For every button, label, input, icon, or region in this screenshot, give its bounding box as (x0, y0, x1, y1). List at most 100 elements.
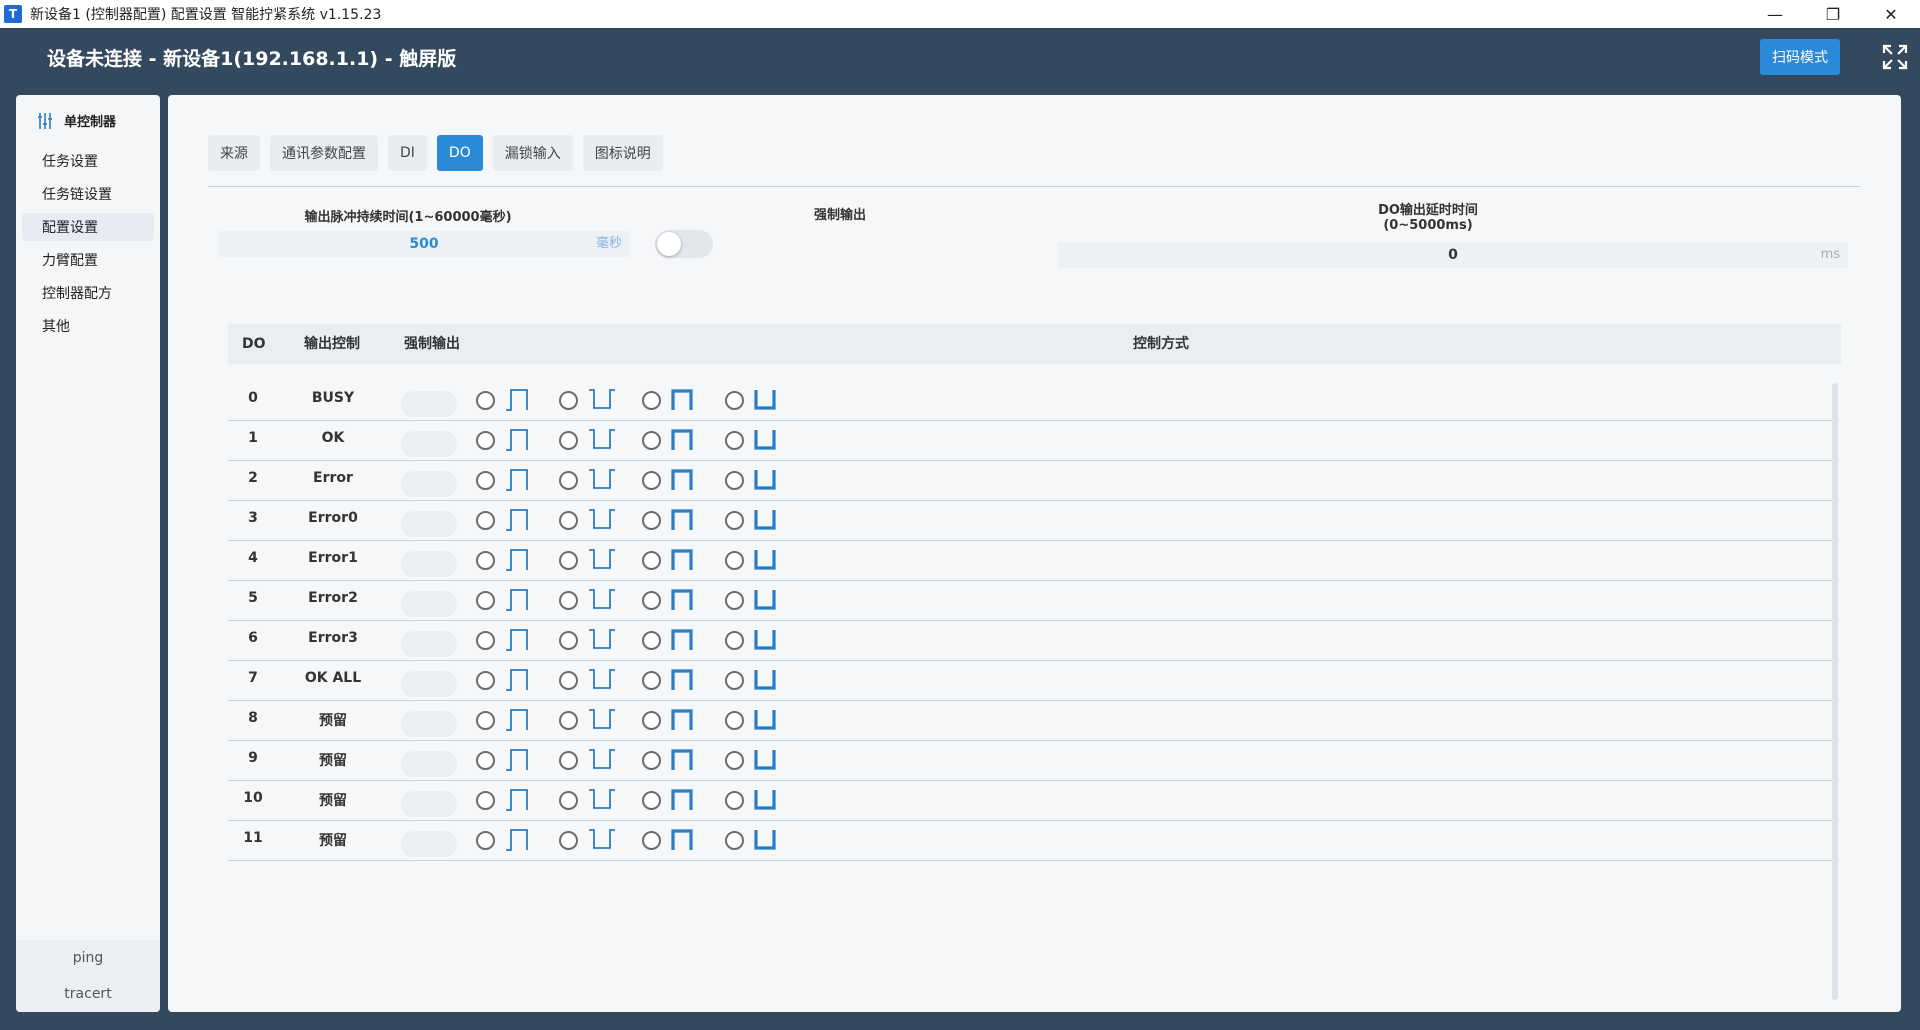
control-mode-option[interactable] (476, 708, 533, 732)
control-mode-option[interactable] (725, 428, 782, 452)
control-mode-option[interactable] (725, 548, 782, 572)
control-mode-radio[interactable] (725, 550, 744, 570)
control-mode-option[interactable] (476, 788, 533, 812)
control-mode-option[interactable] (642, 668, 699, 692)
expand-icon[interactable] (1882, 44, 1908, 70)
control-mode-option[interactable] (642, 788, 699, 812)
control-mode-radio[interactable] (559, 510, 578, 530)
control-mode-radio[interactable] (725, 630, 744, 650)
control-mode-option[interactable] (559, 748, 616, 772)
control-mode-radio[interactable] (476, 630, 495, 650)
close-icon[interactable]: ✕ (1862, 0, 1920, 28)
sidebar-item-config-settings[interactable]: 配置设置 (22, 213, 154, 241)
control-mode-option[interactable] (642, 748, 699, 772)
control-mode-option[interactable] (476, 468, 533, 492)
control-mode-radio[interactable] (642, 390, 661, 410)
tab-do[interactable]: DO (436, 135, 483, 171)
control-mode-option[interactable] (725, 828, 782, 852)
sidebar-item-other[interactable]: 其他 (22, 312, 154, 340)
control-mode-radio[interactable] (642, 590, 661, 610)
control-mode-radio[interactable] (476, 470, 495, 490)
control-mode-radio[interactable] (559, 550, 578, 570)
do-delay-input[interactable]: 0 ms (1058, 242, 1848, 268)
control-mode-option[interactable] (642, 708, 699, 732)
control-mode-radio[interactable] (725, 670, 744, 690)
sidebar-item-task-chain-settings[interactable]: 任务链设置 (22, 180, 154, 208)
sidebar-item-controller-recipe[interactable]: 控制器配方 (22, 279, 154, 307)
control-mode-option[interactable] (725, 628, 782, 652)
force-output-toggle[interactable] (401, 751, 457, 777)
control-mode-option[interactable] (559, 628, 616, 652)
control-mode-radio[interactable] (476, 670, 495, 690)
control-mode-radio[interactable] (725, 390, 744, 410)
force-output-toggle[interactable] (401, 591, 457, 617)
control-mode-option[interactable] (559, 468, 616, 492)
control-mode-option[interactable] (559, 428, 616, 452)
control-mode-radio[interactable] (725, 750, 744, 770)
control-mode-option[interactable] (476, 828, 533, 852)
control-mode-option[interactable] (559, 508, 616, 532)
sidebar-item-arm-config[interactable]: 力臂配置 (22, 246, 154, 274)
control-mode-radio[interactable] (725, 710, 744, 730)
control-mode-option[interactable] (476, 508, 533, 532)
control-mode-option[interactable] (725, 508, 782, 532)
minimize-icon[interactable]: — (1746, 0, 1804, 28)
control-mode-radio[interactable] (476, 510, 495, 530)
control-mode-radio[interactable] (476, 390, 495, 410)
control-mode-radio[interactable] (642, 710, 661, 730)
control-mode-option[interactable] (642, 828, 699, 852)
control-mode-option[interactable] (559, 388, 616, 412)
control-mode-option[interactable] (559, 588, 616, 612)
tab-icon-legend[interactable]: 图标说明 (582, 135, 663, 171)
control-mode-option[interactable] (725, 748, 782, 772)
control-mode-option[interactable] (476, 428, 533, 452)
control-mode-radio[interactable] (476, 710, 495, 730)
control-mode-option[interactable] (559, 548, 616, 572)
force-output-toggle[interactable] (401, 631, 457, 657)
control-mode-option[interactable] (725, 588, 782, 612)
control-mode-radio[interactable] (559, 630, 578, 650)
control-mode-radio[interactable] (559, 470, 578, 490)
control-mode-radio[interactable] (642, 790, 661, 810)
control-mode-radio[interactable] (476, 550, 495, 570)
control-mode-option[interactable] (642, 388, 699, 412)
control-mode-option[interactable] (725, 468, 782, 492)
global-force-output-toggle[interactable] (655, 230, 713, 258)
ping-button[interactable]: ping (16, 940, 160, 976)
control-mode-radio[interactable] (476, 430, 495, 450)
control-mode-option[interactable] (559, 788, 616, 812)
force-output-toggle[interactable] (401, 711, 457, 737)
control-mode-radio[interactable] (642, 510, 661, 530)
tracert-button[interactable]: tracert (16, 976, 160, 1012)
force-output-toggle[interactable] (401, 551, 457, 577)
sidebar-item-task-settings[interactable]: 任务设置 (22, 147, 154, 175)
control-mode-radio[interactable] (559, 750, 578, 770)
control-mode-radio[interactable] (559, 710, 578, 730)
control-mode-option[interactable] (642, 428, 699, 452)
control-mode-radio[interactable] (642, 830, 661, 850)
control-mode-radio[interactable] (559, 430, 578, 450)
scan-mode-button[interactable]: 扫码模式 (1760, 39, 1840, 75)
control-mode-radio[interactable] (559, 790, 578, 810)
tab-comm-params[interactable]: 通讯参数配置 (270, 135, 378, 171)
control-mode-option[interactable] (642, 548, 699, 572)
control-mode-option[interactable] (476, 628, 533, 652)
control-mode-radio[interactable] (642, 430, 661, 450)
control-mode-option[interactable] (642, 508, 699, 532)
control-mode-option[interactable] (476, 588, 533, 612)
control-mode-option[interactable] (725, 708, 782, 732)
control-mode-radio[interactable] (476, 750, 495, 770)
force-output-toggle[interactable] (401, 471, 457, 497)
control-mode-radio[interactable] (725, 590, 744, 610)
control-mode-radio[interactable] (559, 830, 578, 850)
control-mode-radio[interactable] (725, 830, 744, 850)
control-mode-radio[interactable] (725, 430, 744, 450)
restore-icon[interactable]: ❐ (1804, 0, 1862, 28)
force-output-toggle[interactable] (401, 791, 457, 817)
tab-source[interactable]: 来源 (208, 135, 260, 171)
control-mode-radio[interactable] (725, 510, 744, 530)
control-mode-radio[interactable] (559, 390, 578, 410)
control-mode-option[interactable] (559, 828, 616, 852)
control-mode-radio[interactable] (559, 590, 578, 610)
force-output-toggle[interactable] (401, 511, 457, 537)
